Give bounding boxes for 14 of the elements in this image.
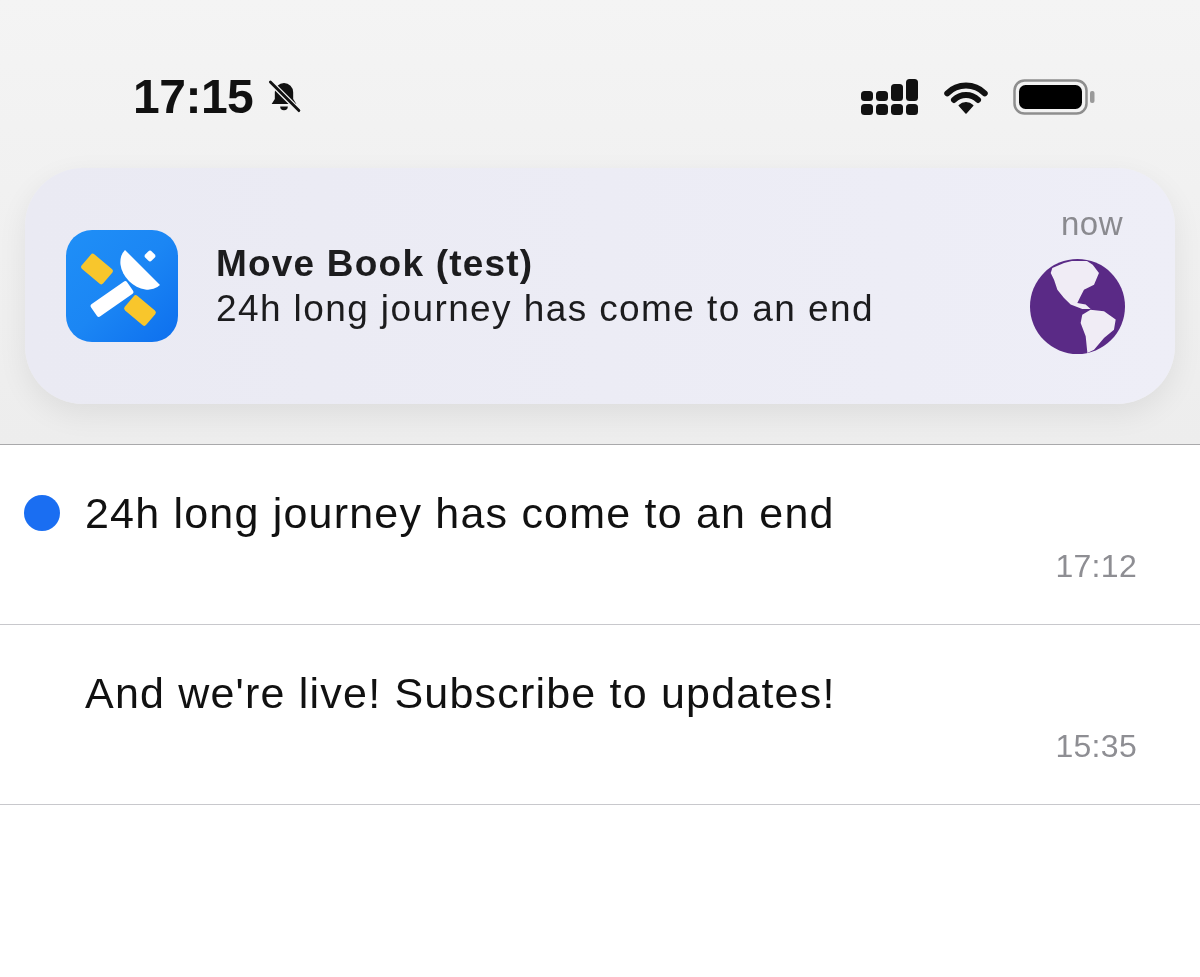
status-time: 17:15 [133,70,254,124]
wifi-icon [941,80,991,114]
message-time: 15:35 [1055,727,1137,765]
satellite-app-icon [66,230,178,342]
notification-title: Move Book (test) [216,242,535,286]
signal-icon [861,79,919,115]
message-time: 17:12 [1055,547,1137,585]
notification-body: 24h long journey has come to an end [216,287,874,331]
message-text[interactable]: And we're live! Subscribe to updates! [85,669,836,717]
globe-icon [1030,259,1125,354]
notification-time: now [1060,205,1124,243]
battery-icon [1013,79,1095,115]
message-text[interactable]: 24h long journey has come to an end [85,489,835,537]
notification-card[interactable]: Move Book (test) 24h long journey has come to an end now [25,168,1175,404]
